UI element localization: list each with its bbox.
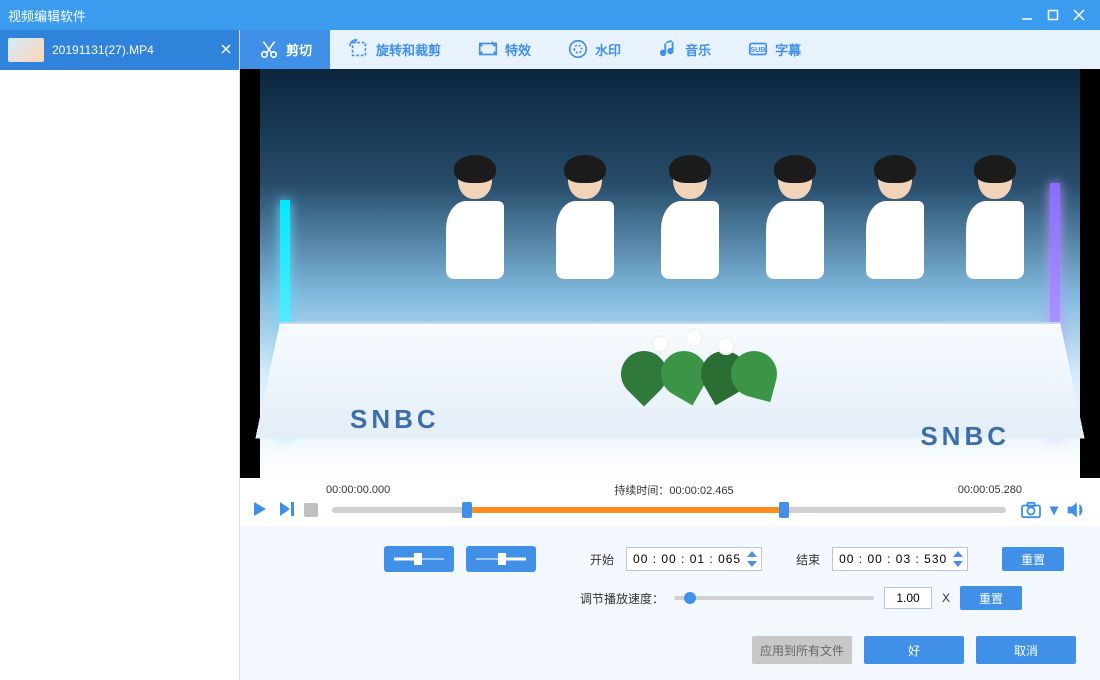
file-item[interactable]: 20191131(27).MP4 [0, 30, 239, 70]
end-time-value: 00 : 00 : 03 : 530 [839, 552, 947, 566]
editor-toolbar: 剪切 旋转和裁剪 特效 水印 [240, 30, 1100, 69]
cancel-button[interactable]: 取消 [976, 636, 1076, 664]
range-selection [467, 507, 784, 513]
reset-speed-button[interactable]: 重置 [960, 586, 1022, 610]
end-time-input[interactable]: 00 : 00 : 03 : 530 [832, 547, 968, 571]
file-sidebar: 20191131(27).MP4 [0, 30, 240, 680]
start-label: 开始 [590, 551, 614, 568]
tab-label: 字幕 [775, 40, 801, 59]
range-handle-left[interactable] [462, 502, 472, 518]
svg-text:SUB: SUB [750, 45, 765, 54]
start-timecode: 00:00:00.000 [326, 484, 390, 496]
play-button[interactable] [252, 501, 270, 519]
subtitle-icon: SUB [747, 38, 769, 60]
watermark-icon [567, 38, 589, 60]
trim-out-button[interactable] [466, 546, 536, 572]
speed-label: 调节播放速度： [580, 590, 664, 607]
tab-label: 剪切 [286, 40, 312, 59]
spin-down-icon[interactable] [951, 559, 965, 569]
tab-music[interactable]: 音乐 [639, 30, 729, 69]
tab-subtitle[interactable]: SUB 字幕 [729, 30, 819, 69]
end-timecode: 00:00:05.280 [958, 484, 1022, 496]
music-icon [657, 38, 679, 60]
title-bar: 视频编辑软件 [0, 0, 1100, 30]
dialog-footer: 应用到所有文件 好 取消 [264, 624, 1076, 680]
apply-all-button: 应用到所有文件 [752, 636, 852, 664]
close-button[interactable] [1066, 5, 1092, 25]
snapshot-button[interactable] [1020, 501, 1042, 519]
trim-in-button[interactable] [384, 546, 454, 572]
start-time-value: 00 : 00 : 01 : 065 [633, 552, 741, 566]
transport-bar: ▾ [240, 500, 1100, 526]
window-title: 视频编辑软件 [8, 6, 86, 25]
end-label: 结束 [796, 551, 820, 568]
file-thumbnail [8, 38, 44, 62]
spin-up-icon[interactable] [951, 549, 965, 559]
tab-label: 水印 [595, 40, 621, 59]
effects-icon [477, 38, 499, 60]
duration-timecode: 00:00:02.465 [669, 485, 733, 497]
range-track[interactable] [332, 507, 1006, 513]
speed-knob[interactable] [684, 592, 696, 604]
cut-icon [258, 38, 280, 60]
volume-button[interactable] [1066, 501, 1088, 519]
brand-text: SNBC [350, 404, 440, 435]
reset-range-button[interactable]: 重置 [1002, 547, 1064, 571]
spin-up-icon[interactable] [745, 549, 759, 559]
controls-panel: 开始 00 : 00 : 01 : 065 结束 00 : 00 : 03 : … [240, 526, 1100, 680]
tab-label: 特效 [505, 40, 531, 59]
video-preview: SNBC SNBC [240, 69, 1100, 478]
tab-watermark[interactable]: 水印 [549, 30, 639, 69]
rotate-icon [348, 38, 370, 60]
tab-label: 音乐 [685, 40, 711, 59]
brand-text: SNBC [920, 421, 1010, 452]
maximize-button[interactable] [1040, 5, 1066, 25]
stop-marker[interactable] [304, 503, 318, 517]
start-time-input[interactable]: 00 : 00 : 01 : 065 [626, 547, 762, 571]
range-handle-right[interactable] [779, 502, 789, 518]
spin-down-icon[interactable] [745, 559, 759, 569]
ok-button[interactable]: 好 [864, 636, 964, 664]
timecode-strip: 00:00:00.000 持续时间：00:00:02.465 00:00:05.… [240, 478, 1100, 500]
tab-label: 旋转和裁剪 [376, 40, 441, 59]
duration-label: 持续时间： [614, 485, 669, 497]
tab-cut[interactable]: 剪切 [240, 30, 330, 69]
speed-value[interactable]: 1.00 [884, 587, 932, 609]
minimize-button[interactable] [1014, 5, 1040, 25]
tab-rotate-crop[interactable]: 旋转和裁剪 [330, 30, 459, 69]
tab-effects[interactable]: 特效 [459, 30, 549, 69]
remove-file-icon[interactable] [221, 43, 231, 57]
file-name: 20191131(27).MP4 [52, 43, 154, 57]
speed-slider[interactable] [674, 596, 874, 600]
speed-unit: X [942, 591, 950, 605]
play-range-button[interactable] [278, 501, 296, 519]
